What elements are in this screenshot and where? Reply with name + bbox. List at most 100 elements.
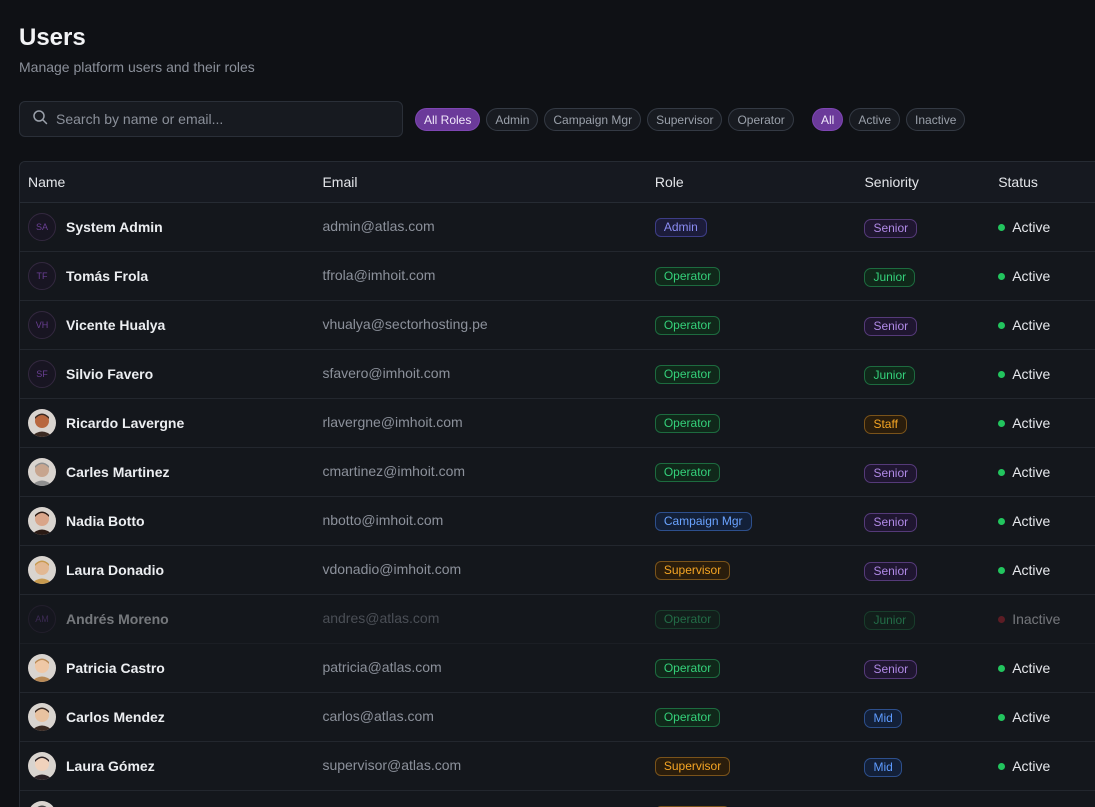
table-row[interactable]: Nadia Botto nbotto@imhoit.com Campaign Mgr… bbox=[20, 497, 1095, 546]
email-cell: rlavergne@imhoit.com bbox=[322, 414, 654, 432]
status-dot-icon bbox=[998, 615, 1006, 623]
name-cell: Carles Martinez bbox=[20, 458, 322, 486]
seniority-cell: Senior bbox=[864, 315, 998, 336]
avatar bbox=[28, 703, 56, 731]
seniority-badge: Senior bbox=[864, 463, 918, 483]
table-row[interactable]: SF Silvio Favero sfavero@imhoit.com Operato… bbox=[20, 350, 1095, 399]
status-dot-icon bbox=[998, 370, 1006, 378]
seniority-cell: Senior bbox=[864, 658, 998, 679]
name-cell: Patricia Castro bbox=[20, 654, 322, 682]
table-row[interactable]: AM Andrés Moreno andres@atlas.com Operator J… bbox=[20, 595, 1095, 644]
user-email: supervisor@atlas.com bbox=[322, 757, 462, 773]
column-header-email[interactable]: Email bbox=[322, 174, 654, 190]
avatar bbox=[28, 654, 56, 682]
role-badge: Campaign Mgr bbox=[654, 511, 752, 531]
table-row[interactable]: Laura Gómez supervisor@atlas.com Superviso… bbox=[20, 742, 1095, 791]
user-name: Carlos Mendez bbox=[66, 709, 165, 725]
status-label: Active bbox=[1012, 758, 1051, 774]
email-cell: andres@atlas.com bbox=[322, 610, 654, 628]
seniority-badge: Mid bbox=[864, 708, 902, 728]
seniority-cell: Mid bbox=[864, 756, 998, 777]
status-cell: Active bbox=[998, 317, 1095, 333]
role-filter-campaign-mgr[interactable]: Campaign Mgr bbox=[544, 108, 642, 131]
email-cell: supervisor@atlas.com bbox=[322, 757, 654, 775]
user-name: Tomás Frola bbox=[66, 268, 149, 284]
status-filter-inactive[interactable]: Inactive bbox=[906, 108, 966, 131]
table-row[interactable]: Laura Donadio vdonadio@imhoit.com Supervis… bbox=[20, 546, 1095, 595]
status-dot-icon bbox=[998, 468, 1006, 476]
seniority-badge: Senior bbox=[864, 561, 918, 581]
role-cell: Operator bbox=[654, 609, 865, 629]
status-label: Active bbox=[1012, 513, 1051, 529]
status-label: Inactive bbox=[1012, 611, 1061, 627]
role-badge: Operator bbox=[654, 413, 721, 433]
user-name: Ricardo Lavergne bbox=[66, 415, 185, 431]
status-cell: Active bbox=[998, 709, 1095, 725]
column-header-role[interactable]: Role bbox=[655, 174, 865, 190]
table-body: SA System Admin admin@atlas.com Admin Senior… bbox=[20, 203, 1095, 807]
search-box[interactable] bbox=[19, 101, 403, 137]
email-cell: cmartinez@imhoit.com bbox=[322, 463, 654, 481]
status-dot-icon bbox=[998, 713, 1006, 721]
avatar: SF bbox=[28, 360, 56, 388]
status-filter-all[interactable]: All bbox=[812, 108, 844, 131]
name-cell: VH Vicente Hualya bbox=[20, 311, 322, 339]
seniority-cell: Junior bbox=[864, 609, 998, 630]
table-row[interactable]: Carles Martinez cmartinez@imhoit.com Opera… bbox=[20, 448, 1095, 497]
avatar bbox=[28, 556, 56, 584]
seniority-badge: Senior bbox=[864, 316, 918, 336]
user-name: Andrés Moreno bbox=[66, 611, 169, 627]
seniority-cell: Senior bbox=[864, 217, 998, 238]
user-email: sfavero@imhoit.com bbox=[322, 365, 451, 381]
status-dot-icon bbox=[998, 517, 1006, 525]
avatar: TF bbox=[28, 262, 56, 290]
status-label: Active bbox=[1012, 562, 1051, 578]
search-input[interactable] bbox=[56, 111, 376, 127]
avatar bbox=[28, 507, 56, 535]
user-name: System Admin bbox=[66, 219, 163, 235]
role-filter-all-roles[interactable]: All Roles bbox=[415, 108, 481, 131]
table-row[interactable]: SupervisorStaff bbox=[20, 791, 1095, 807]
avatar bbox=[28, 458, 56, 486]
status-cell: Active bbox=[998, 660, 1095, 676]
avatar: SA bbox=[28, 213, 56, 241]
table-row[interactable]: VH Vicente Hualya vhualya@sectorhosting.pe… bbox=[20, 301, 1095, 350]
email-cell: carlos@atlas.com bbox=[322, 708, 654, 726]
user-email: carlos@atlas.com bbox=[322, 708, 434, 724]
name-cell: AM Andrés Moreno bbox=[20, 605, 322, 633]
role-filter-operator[interactable]: Operator bbox=[728, 108, 794, 131]
status-cell: Active bbox=[998, 758, 1095, 774]
column-header-status[interactable]: Status bbox=[998, 174, 1095, 190]
avatar bbox=[28, 752, 56, 780]
role-filter-supervisor[interactable]: Supervisor bbox=[647, 108, 723, 131]
role-cell: Operator bbox=[654, 315, 865, 335]
table-header: Name Email Role Seniority Status bbox=[20, 162, 1095, 203]
status-dot-icon bbox=[998, 321, 1006, 329]
name-cell: Ricardo Lavergne bbox=[20, 409, 322, 437]
name-cell: SF Silvio Favero bbox=[20, 360, 322, 388]
status-cell: Active bbox=[998, 219, 1095, 235]
name-cell: TF Tomás Frola bbox=[20, 262, 322, 290]
role-filter-admin[interactable]: Admin bbox=[486, 108, 539, 131]
column-header-seniority[interactable]: Seniority bbox=[864, 174, 998, 190]
table-row[interactable]: Patricia Castro patricia@atlas.com Operato… bbox=[20, 644, 1095, 693]
role-cell: Operator bbox=[654, 462, 865, 482]
email-cell: tfrola@imhoit.com bbox=[322, 267, 654, 285]
user-email: cmartinez@imhoit.com bbox=[322, 463, 466, 479]
role-cell: Admin bbox=[654, 217, 865, 237]
role-badge: Operator bbox=[654, 266, 721, 286]
role-badge: Supervisor bbox=[654, 756, 731, 776]
email-cell: nbotto@imhoit.com bbox=[322, 512, 654, 530]
status-cell: Active bbox=[998, 513, 1095, 529]
status-cell: Inactive bbox=[998, 611, 1095, 627]
table-row[interactable]: Carlos Mendez carlos@atlas.com Operator Mid… bbox=[20, 693, 1095, 742]
table-row[interactable]: TF Tomás Frola tfrola@imhoit.com Operator Ju… bbox=[20, 252, 1095, 301]
table-row[interactable]: Ricardo Lavergne rlavergne@imhoit.com Oper… bbox=[20, 399, 1095, 448]
name-cell: Laura Gómez bbox=[20, 752, 322, 780]
column-header-name[interactable]: Name bbox=[20, 174, 322, 190]
status-filter-active[interactable]: Active bbox=[849, 108, 901, 131]
table-row[interactable]: SA System Admin admin@atlas.com Admin Senior… bbox=[20, 203, 1095, 252]
role-cell: Operator bbox=[654, 658, 865, 678]
status-label: Active bbox=[1012, 660, 1051, 676]
page-subtitle: Manage platform users and their roles bbox=[19, 59, 255, 75]
